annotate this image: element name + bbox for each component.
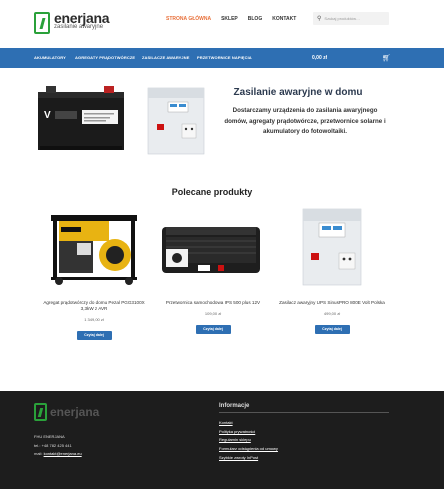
category-inverters[interactable]: PRZETWORNICE NAPIĘCIA <box>197 55 252 60</box>
footer-links: Kontakt Polityka prywatności Regulamin s… <box>219 419 278 463</box>
info-heading: Informacje <box>219 403 250 409</box>
company-info: FHU ENERJANA tel.: +48 782 425 441 mail:… <box>34 433 82 459</box>
footer-link-withdrawal-form[interactable]: Formularz odstąpienia od umowy <box>219 445 278 454</box>
product-card: Przetwornica samochodowa IPS 500 plus 12… <box>158 207 268 334</box>
product-name[interactable]: Przetwornica samochodowa IPS 500 plus 12… <box>158 300 268 306</box>
email-link[interactable]: kontakt@enerjana.eu <box>44 451 82 456</box>
site-footer: enerjana FHU ENERJANA tel.: +48 782 425 … <box>0 391 444 489</box>
phone-number: +48 782 425 441 <box>41 442 72 448</box>
nav-home[interactable]: STRONA GŁÓWNA <box>166 16 211 22</box>
hero-title: Zasilanie awaryjne w domu <box>233 87 363 98</box>
nav-shop[interactable]: SKLEP <box>221 16 238 22</box>
battery-logo-icon <box>34 403 47 421</box>
read-more-button[interactable]: Czytaj dalej <box>314 325 350 334</box>
category-generators[interactable]: AGREGATY PRĄDOTWÓRCZE <box>75 55 135 60</box>
cart-total[interactable]: 0,00 zł <box>312 55 327 61</box>
product-price: 499,00 zł <box>323 311 341 316</box>
battery-product-image: V <box>38 86 124 150</box>
product-name[interactable]: Agregat prądotwórczy do domu Pezal PGG31… <box>39 300 149 312</box>
footer-divider <box>219 412 389 413</box>
search-input[interactable]: ⚲ Szukaj produktów… <box>313 12 389 25</box>
product-name[interactable]: Zasilacz awaryjny UPS SinusPRO 800E Volt… <box>277 300 387 306</box>
search-icon: ⚲ <box>317 16 322 22</box>
footer-link-terms[interactable]: Regulamin sklepu <box>219 436 278 445</box>
inverter-product-image[interactable] <box>158 207 268 287</box>
product-card: Zasilacz awaryjny UPS SinusPRO 800E Volt… <box>277 207 387 334</box>
logo-tagline: zasilanie awaryjne <box>54 24 104 30</box>
svg-text:V: V <box>44 110 51 121</box>
footer-logo[interactable]: enerjana <box>34 403 99 421</box>
nav-contact[interactable]: KONTAKT <box>272 16 296 22</box>
site-logo[interactable]: enerjana zasilanie awaryjne <box>34 10 110 34</box>
phone-label: tel.: <box>34 442 41 448</box>
product-card: Agregat prądotwórczy do domu Pezal PGG31… <box>39 207 149 340</box>
category-batteries[interactable]: AKUMULATORY <box>34 55 66 60</box>
featured-title: Polecane produkty <box>171 187 253 197</box>
category-bar: AKUMULATORY AGREGATY PRĄDOTWÓRCZE ZASILA… <box>0 48 444 68</box>
logo-name: enerjana <box>54 10 110 26</box>
mail-label: mail: <box>34 451 43 456</box>
battery-logo-icon <box>34 12 50 34</box>
nav-blog[interactable]: BLOG <box>248 16 262 22</box>
category-ups[interactable]: ZASILACZE AWARYJNE <box>142 55 190 60</box>
search-placeholder: Szukaj produktów… <box>324 16 360 21</box>
read-more-button[interactable]: Czytaj dalej <box>195 325 231 334</box>
ups-product-image <box>147 87 205 155</box>
read-more-button[interactable]: Czytaj dalej <box>76 331 112 340</box>
product-price: 1 349,00 zł <box>84 317 104 322</box>
footer-link-privacy[interactable]: Polityka prywatności <box>219 428 278 437</box>
hero-description: Dostarczamy urządzenia do zasilania awar… <box>224 107 386 135</box>
cart-icon[interactable]: 🛒︎ <box>382 54 391 62</box>
footer-logo-name: enerjana <box>50 405 100 419</box>
company-name: FHU ENERJANA <box>34 434 65 439</box>
generator-product-image[interactable] <box>39 207 149 287</box>
footer-link-returns[interactable]: Szybkie zwroty InPost <box>219 454 278 463</box>
ups-product-image[interactable] <box>277 207 387 287</box>
footer-link-contact[interactable]: Kontakt <box>219 419 278 428</box>
hero-image: V <box>38 86 205 155</box>
site-header: enerjana zasilanie awaryjne STRONA GŁÓWN… <box>0 0 444 46</box>
main-nav: STRONA GŁÓWNA SKLEP BLOG KONTAKT <box>166 16 296 22</box>
product-price: 109,00 zł <box>204 311 222 316</box>
